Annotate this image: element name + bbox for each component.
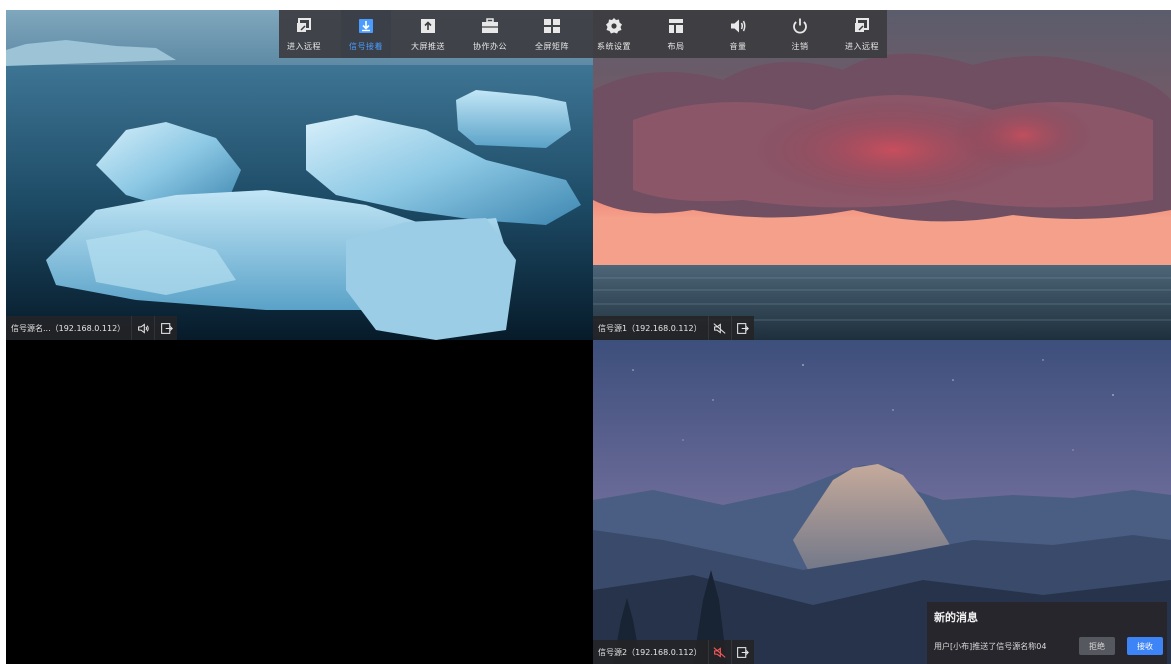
toolbar-signal-receive-button[interactable]: 信号接着: [341, 10, 391, 58]
video-pane-3-empty[interactable]: [6, 340, 593, 664]
mute-icon[interactable]: [707, 316, 731, 340]
toolbar-label: 进入远程: [287, 42, 321, 51]
toolbar-settings-button[interactable]: 系统设置: [589, 10, 639, 58]
top-toolbar: 进入远程 信号接着 大屏推送 协作办公 全屏矩阵 系统设置 布局 音量 注销 进…: [279, 10, 887, 58]
signal-receive-icon: [359, 19, 373, 33]
toolbar-screen-push-button[interactable]: 大屏推送: [403, 10, 453, 58]
source-bar: 信号源名...（192.168.0.112）: [6, 316, 178, 340]
toolbar-label: 全屏矩阵: [535, 42, 569, 51]
exit-icon[interactable]: [730, 316, 754, 340]
reject-button[interactable]: 拒绝: [1079, 637, 1115, 655]
iceberg-image: [6, 10, 593, 340]
toolbar-label: 信号接着: [349, 42, 383, 51]
toolbar-matrix-button[interactable]: 全屏矩阵: [527, 10, 577, 58]
toolbar-label: 注销: [791, 42, 809, 51]
notification-message: 用户[小布]推送了信号源名称04: [934, 642, 1047, 651]
grid-matrix-icon: [544, 19, 560, 33]
toolbar-label: 系统设置: [597, 42, 631, 51]
video-wall: 信号源名...（192.168.0.112） 信号源1（192.168.0.11…: [6, 10, 1171, 664]
video-pane-1[interactable]: 信号源名...（192.168.0.112）: [6, 10, 593, 340]
toolbar-enter-remote-button[interactable]: 进入远程: [279, 10, 329, 58]
screen-push-icon: [421, 19, 435, 33]
toolbar-enter-remote-button-2[interactable]: 进入远程: [837, 10, 887, 58]
accept-button[interactable]: 接收: [1127, 637, 1163, 655]
video-pane-2[interactable]: 信号源1（192.168.0.112）: [593, 10, 1171, 340]
exit-icon[interactable]: [730, 640, 754, 664]
toolbar-label: 协作办公: [473, 42, 507, 51]
remote-enter-icon: [855, 18, 869, 32]
toolbar-label: 布局: [667, 42, 685, 51]
volume-icon[interactable]: [131, 316, 154, 340]
toolbar-label: 音量: [729, 42, 747, 51]
toolbar-volume-button[interactable]: 音量: [713, 10, 763, 58]
sunset-sea-image: [593, 10, 1171, 340]
source-name: 信号源2（192.168.0.112）: [598, 647, 702, 657]
notification-toast: 新的消息 用户[小布]推送了信号源名称04 拒绝 接收: [927, 602, 1167, 664]
source-name: 信号源1（192.168.0.112）: [598, 323, 702, 333]
toolbar-logout-button[interactable]: 注销: [775, 10, 825, 58]
notification-title: 新的消息: [934, 611, 978, 624]
source-bar: 信号源2（192.168.0.112）: [593, 640, 754, 664]
mute-icon[interactable]: [707, 640, 731, 664]
power-icon: [793, 18, 807, 34]
briefcase-icon: [482, 18, 498, 33]
gear-icon: [606, 18, 622, 34]
remote-enter-icon: [297, 18, 311, 32]
toolbar-label: 进入远程: [845, 42, 879, 51]
source-bar: 信号源1（192.168.0.112）: [593, 316, 754, 340]
exit-icon[interactable]: [154, 316, 177, 340]
toolbar-collaboration-button[interactable]: 协作办公: [465, 10, 515, 58]
toolbar-label: 大屏推送: [411, 42, 445, 51]
source-name: 信号源名...（192.168.0.112）: [11, 323, 126, 333]
toolbar-layout-button[interactable]: 布局: [651, 10, 701, 58]
volume-icon: [731, 19, 746, 33]
video-pane-4[interactable]: 信号源2（192.168.0.112） 新的消息 用户[小布]推送了信号源名称0…: [593, 340, 1171, 664]
layout-icon: [669, 19, 683, 33]
